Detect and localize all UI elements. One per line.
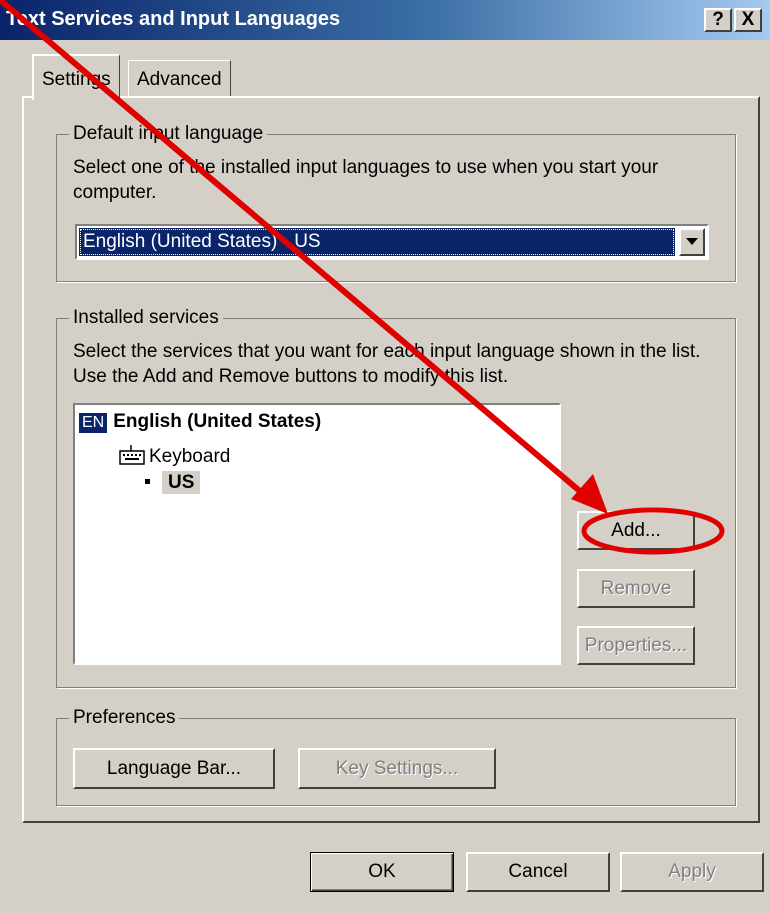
tree-layout-row[interactable]: US — [145, 471, 201, 494]
tree-language-label: English (United States) — [113, 411, 322, 432]
installed-services-description: Select the services that you want for ea… — [73, 341, 701, 387]
default-language-dropdown[interactable]: English (United States) - US — [75, 224, 709, 260]
bullet-icon — [145, 479, 150, 484]
tab-advanced[interactable]: Advanced — [128, 60, 231, 98]
close-button[interactable]: X — [734, 8, 762, 32]
default-input-legend: Default input language — [69, 123, 268, 145]
dialog-window: Text Services and Input Languages ? X Se… — [0, 0, 770, 913]
ok-button[interactable]: OK — [310, 852, 454, 892]
title-bar[interactable]: Text Services and Input Languages ? X — [0, 0, 770, 40]
tree-layout-label: US — [162, 471, 201, 494]
tree-language-row[interactable]: EN English (United States) — [79, 411, 321, 433]
apply-button[interactable]: Apply — [620, 852, 764, 892]
dropdown-button[interactable] — [679, 228, 705, 256]
tab-settings[interactable]: Settings — [32, 54, 120, 100]
services-tree[interactable]: EN English (United States) Keyboard US — [73, 403, 561, 665]
language-bar-button[interactable]: Language Bar... — [73, 748, 275, 789]
add-button[interactable]: Add... — [577, 511, 695, 550]
remove-button[interactable]: Remove — [577, 569, 695, 608]
keyboard-icon — [119, 445, 145, 465]
tree-category-label: Keyboard — [149, 446, 231, 467]
key-settings-button[interactable]: Key Settings... — [298, 748, 496, 789]
default-language-value: English (United States) - US — [79, 228, 675, 256]
preferences-legend: Preferences — [69, 707, 180, 729]
help-button[interactable]: ? — [704, 8, 732, 32]
tree-category-row[interactable]: Keyboard — [119, 445, 230, 468]
installed-services-legend: Installed services — [69, 307, 223, 329]
chevron-down-icon — [686, 238, 698, 245]
cancel-button[interactable]: Cancel — [466, 852, 610, 892]
default-input-description: Select one of the installed input langua… — [73, 157, 659, 203]
window-title: Text Services and Input Languages — [6, 8, 341, 30]
properties-button[interactable]: Properties... — [577, 626, 695, 665]
language-badge: EN — [79, 413, 108, 433]
